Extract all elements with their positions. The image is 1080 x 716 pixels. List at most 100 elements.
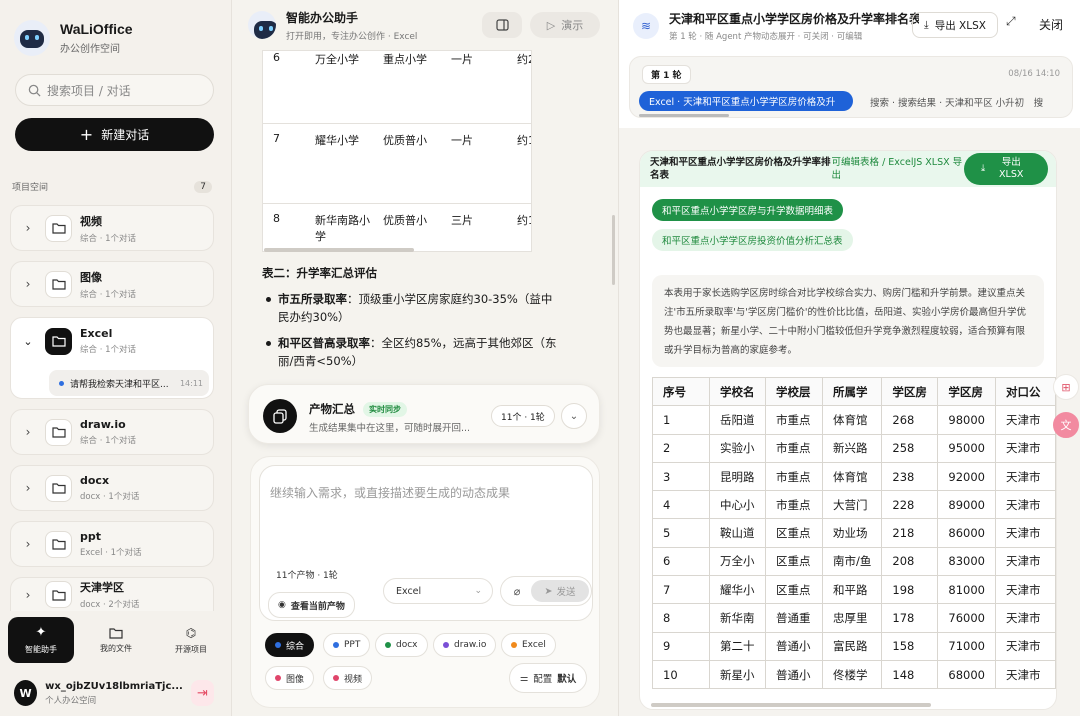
table-cell[interactable]: 89000 bbox=[937, 490, 996, 520]
tag-drawio[interactable]: draw.io bbox=[433, 633, 497, 657]
table-cell[interactable]: 市重点 bbox=[765, 405, 823, 435]
chevron-right-icon[interactable]: › bbox=[11, 221, 45, 235]
product-summary-card[interactable]: 产物汇总 实时同步 生成结果集中在这里，可随时展开回... 11个 · 1轮 ⌄ bbox=[248, 384, 600, 444]
toggle-panel-button[interactable] bbox=[482, 12, 522, 38]
table-cell[interactable]: 5 bbox=[652, 518, 710, 548]
table-cell[interactable]: 148 bbox=[881, 659, 939, 690]
demo-button[interactable]: ▷ 演示 bbox=[530, 12, 600, 38]
table-cell[interactable]: 市重点 bbox=[765, 461, 823, 492]
table-cell[interactable]: 体育馆 bbox=[821, 405, 883, 435]
message-input[interactable]: 继续输入需求，或直接描述要生成的动态成果 11个产物 · 1轮 ◉ 查看当前产物… bbox=[259, 465, 593, 621]
tag-all[interactable]: 综合 bbox=[265, 633, 315, 657]
table-cell[interactable]: 76000 bbox=[937, 603, 996, 633]
attach-icon[interactable]: ⌀ bbox=[507, 581, 527, 601]
table-cell[interactable]: 198 bbox=[881, 575, 939, 605]
search-input[interactable]: 搜索项目 / 对话 bbox=[15, 74, 214, 106]
table-cell[interactable]: 区重点 bbox=[765, 575, 823, 605]
table-cell[interactable]: 新兴路 bbox=[821, 433, 883, 463]
sheet-tab-detail[interactable]: 和平区重点小学学区房与升学数据明细表 bbox=[652, 199, 844, 221]
table-cell[interactable]: 中心小 bbox=[709, 490, 766, 520]
artifact-tab-excel[interactable]: Excel · 天津和平区重点小学学区房价格及升 bbox=[639, 91, 853, 111]
column-header[interactable]: 所属学 bbox=[821, 377, 883, 407]
table-cell[interactable]: 81000 bbox=[937, 575, 996, 605]
tag-video[interactable]: 视频 bbox=[323, 666, 373, 690]
project-item-tianjin[interactable]: › 天津学区 docx · 2个对话 bbox=[10, 577, 214, 611]
table-cell[interactable]: 95000 bbox=[937, 433, 996, 463]
chevron-right-icon[interactable]: › bbox=[11, 588, 45, 602]
table-cell[interactable]: 98000 bbox=[937, 405, 996, 435]
table-cell[interactable]: 实验小 bbox=[709, 433, 766, 463]
table-cell[interactable]: 158 bbox=[881, 631, 939, 661]
column-header[interactable]: 对口公 bbox=[994, 377, 1056, 407]
table-cell[interactable]: 体育馆 bbox=[821, 461, 883, 492]
table-cell[interactable]: 71000 bbox=[937, 631, 996, 661]
chevron-down-icon[interactable]: ⌄ bbox=[561, 403, 587, 429]
table-cell[interactable]: 天津市 bbox=[994, 490, 1056, 520]
table-cell[interactable]: 天津市 bbox=[994, 631, 1056, 661]
table-cell[interactable]: 南市/鱼 bbox=[821, 546, 883, 577]
translate-icon[interactable]: 文 bbox=[1053, 412, 1079, 438]
chevron-right-icon[interactable]: › bbox=[11, 537, 45, 551]
table-cell[interactable]: 228 bbox=[881, 490, 939, 520]
table-cell[interactable]: 86000 bbox=[937, 518, 996, 548]
table-cell[interactable]: 258 bbox=[881, 433, 939, 463]
project-item-ppt[interactable]: › ppt Excel · 1个对话 bbox=[10, 521, 214, 567]
table-cell[interactable]: 富民路 bbox=[821, 631, 883, 661]
table-cell[interactable]: 天津市 bbox=[994, 575, 1056, 605]
table-cell[interactable]: 忠厚里 bbox=[821, 603, 883, 633]
format-select[interactable]: Excel ⌄ bbox=[383, 578, 493, 604]
config-button[interactable]: ⚌ 配置 默认 bbox=[509, 663, 587, 693]
user-profile[interactable]: W wx_ojbZUv18lbmriaTjc... 个人办公空间 ⇥ bbox=[14, 676, 214, 710]
chevron-right-icon[interactable]: › bbox=[11, 277, 45, 291]
column-header[interactable]: 序号 bbox=[652, 377, 710, 407]
table-cell[interactable]: 区重点 bbox=[765, 546, 823, 577]
table-cell[interactable]: 4 bbox=[652, 490, 710, 520]
table-cell[interactable]: 佟楼学 bbox=[821, 659, 883, 690]
table-cell[interactable]: 238 bbox=[881, 461, 939, 492]
column-header[interactable]: 学校名 bbox=[709, 377, 766, 407]
table-cell[interactable]: 耀华小 bbox=[709, 575, 766, 605]
table-cell[interactable]: 268 bbox=[881, 405, 939, 435]
table-cell[interactable]: 10 bbox=[652, 659, 710, 690]
table-cell[interactable]: 天津市 bbox=[994, 659, 1056, 690]
grid-icon[interactable]: ⊞ bbox=[1053, 374, 1079, 400]
card-export-button[interactable]: ⤓ 导出 XLSX bbox=[964, 153, 1049, 185]
nav-open-source[interactable]: ⌬ 开源项目 bbox=[158, 617, 224, 663]
table-cell[interactable]: 普通小 bbox=[765, 631, 823, 661]
table-cell[interactable]: 92000 bbox=[937, 461, 996, 492]
chevron-right-icon[interactable]: › bbox=[11, 481, 45, 495]
conversation-item[interactable]: 请帮我检索天津和平区... 14:11 bbox=[49, 370, 209, 396]
table-cell[interactable]: 鞍山道 bbox=[709, 518, 766, 548]
table-cell[interactable]: 天津市 bbox=[994, 546, 1056, 577]
project-item-docx[interactable]: › docx docx · 1个对话 bbox=[10, 465, 214, 511]
vertical-scrollbar[interactable] bbox=[612, 215, 615, 285]
tag-excel[interactable]: Excel bbox=[501, 633, 556, 657]
table-cell[interactable]: 普通重 bbox=[765, 603, 823, 633]
chevron-right-icon[interactable]: › bbox=[11, 425, 45, 439]
table-cell[interactable]: 天津市 bbox=[994, 461, 1056, 492]
table-cell[interactable]: 6 bbox=[652, 546, 710, 577]
project-item-excel[interactable]: ⌄ Excel 综合 · 1个对话 请帮我检索天津和平区... 14:11 bbox=[10, 317, 214, 399]
sheet-tab-summary[interactable]: 和平区重点小学学区房投资价值分析汇总表 bbox=[652, 229, 853, 251]
table-cell[interactable]: 岳阳道 bbox=[709, 405, 766, 435]
chevron-down-icon[interactable]: ⌄ bbox=[11, 335, 45, 348]
logout-icon[interactable]: ⇥ bbox=[190, 680, 214, 706]
table-cell[interactable]: 劝业场 bbox=[821, 518, 883, 548]
table-cell[interactable]: 第二十 bbox=[709, 631, 766, 661]
table-cell[interactable]: 和平路 bbox=[821, 575, 883, 605]
table-cell[interactable]: 昆明路 bbox=[709, 461, 766, 492]
table-cell[interactable]: 178 bbox=[881, 603, 939, 633]
table-cell[interactable]: 3 bbox=[652, 461, 710, 492]
table-cell[interactable]: 1 bbox=[652, 405, 710, 435]
nav-my-files[interactable]: 我的文件 bbox=[83, 617, 149, 663]
tag-docx[interactable]: docx bbox=[375, 633, 428, 657]
new-chat-button[interactable]: + 新建对话 bbox=[15, 118, 214, 151]
table-cell[interactable]: 8 bbox=[652, 603, 710, 633]
horizontal-scrollbar[interactable] bbox=[264, 248, 414, 252]
send-button[interactable]: ➤ 发送 bbox=[531, 580, 589, 602]
table-cell[interactable]: 新星小 bbox=[709, 659, 766, 690]
table-cell[interactable]: 68000 bbox=[937, 659, 996, 690]
artifact-tab-search[interactable]: 搜索 · 搜索结果 · 天津和平区 小升初 搜 bbox=[870, 95, 1070, 109]
table-cell[interactable]: 天津市 bbox=[994, 433, 1056, 463]
project-item-video[interactable]: › 视频 综合 · 1个对话 bbox=[10, 205, 214, 251]
